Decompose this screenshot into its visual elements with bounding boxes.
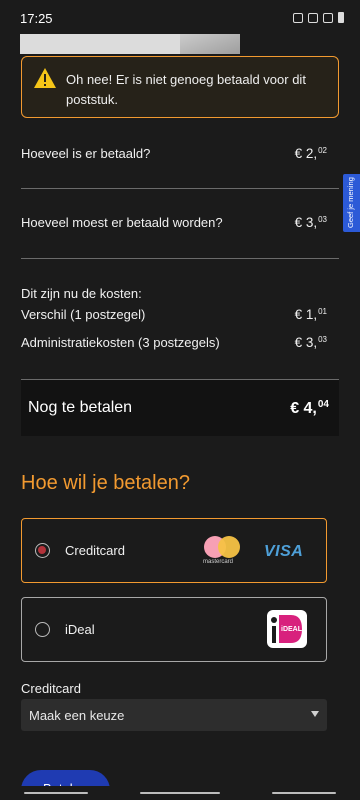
difference-label: Verschil (1 postzegel) [21, 307, 146, 322]
wifi-icon [323, 12, 333, 23]
creditcard-radio[interactable] [35, 543, 50, 558]
feedback-tab[interactable]: Geef je mening [343, 174, 360, 232]
battery-icon [338, 12, 344, 23]
payment-section-title: Hoe wil je betalen? [21, 472, 190, 494]
divider [21, 258, 339, 259]
creditcard-select-label: Creditcard [21, 681, 81, 696]
system-nav-bar [0, 786, 360, 800]
total-label: Nog te betalen [28, 399, 133, 416]
due-amount: € 3,03 [294, 215, 327, 230]
due-label: Hoeveel moest er betaald worden? [21, 215, 223, 230]
status-icons [293, 12, 344, 23]
paid-label: Hoeveel is er betaald? [21, 146, 151, 161]
creditcard-select-value: Maak een keuze [29, 708, 125, 723]
insufficient-postage-alert: Oh nee! Er is niet genoeg betaald voor d… [21, 56, 339, 118]
costs-heading: Dit zijn nu de kosten: [21, 286, 142, 301]
payment-option-creditcard[interactable]: Creditcard mastercard VISA [21, 518, 327, 583]
visa-logo-icon: VISA [264, 543, 304, 560]
warning-icon [34, 68, 56, 88]
payment-option-ideal[interactable]: iDeal iDEAL [21, 597, 327, 662]
ideal-radio[interactable] [35, 622, 50, 637]
admin-costs-amount: € 3,03 [294, 335, 327, 350]
svg-text:iDEAL: iDEAL [281, 626, 303, 633]
alarm-icon [293, 12, 303, 23]
mastercard-wordmark: mastercard [203, 559, 234, 565]
mute-icon [308, 12, 318, 23]
creditcard-option-label: Creditcard [65, 543, 125, 558]
status-bar: 17:25 [0, 0, 360, 34]
nav-handle [24, 792, 88, 794]
creditcard-select[interactable]: Maak een keuze [21, 699, 327, 731]
feedback-tab-label: Geef je mening [346, 177, 355, 228]
ideal-logo-icon: iDEAL [267, 610, 307, 648]
ideal-option-label: iDeal [65, 622, 95, 637]
admin-costs-label: Administratiekosten (3 postzegels) [21, 335, 220, 350]
divider [21, 188, 339, 189]
status-time: 17:25 [20, 11, 53, 26]
chevron-down-icon [311, 711, 319, 717]
paid-amount: € 2,02 [294, 146, 327, 161]
nav-handle [140, 792, 220, 794]
alert-message: Oh nee! Er is niet genoeg betaald voor d… [66, 72, 306, 107]
total-box: Nog te betalen € 4,04 [21, 380, 339, 436]
nav-handle [272, 792, 336, 794]
total-amount: € 4,04 [290, 399, 329, 417]
difference-amount: € 1,01 [294, 307, 327, 322]
